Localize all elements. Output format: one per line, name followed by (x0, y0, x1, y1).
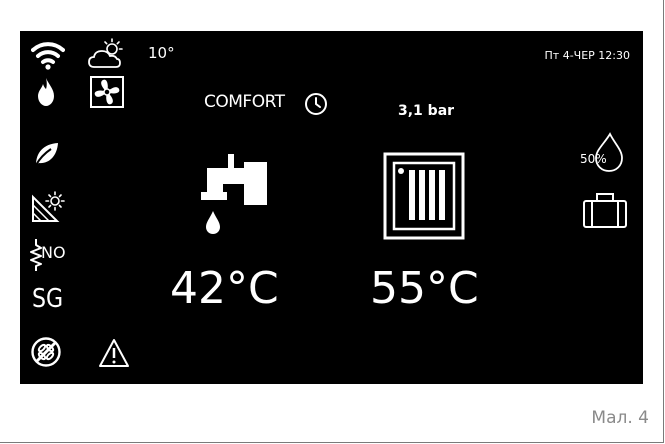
hot-water-temperature[interactable]: 42°C (170, 267, 279, 311)
leaf-icon (33, 141, 59, 167)
suitcase-icon[interactable] (582, 191, 628, 229)
smart-grid-label: SG (32, 284, 64, 314)
external-boiler-status: NO (41, 243, 66, 262)
outside-temperature: 10° (148, 44, 175, 62)
hot-water-tap-icon[interactable] (201, 154, 267, 234)
date-time[interactable]: Пт 4-ЧЕР 12:30 (545, 50, 630, 61)
wifi-icon[interactable] (31, 40, 65, 70)
fan-icon (90, 76, 124, 108)
pressure-value: 3,1 bar (398, 103, 455, 119)
mode-label[interactable]: COMFORT (204, 94, 285, 111)
solar-panel-icon (31, 191, 65, 223)
figure-caption: Мал. 4 (591, 408, 649, 428)
antilegionella-disabled-icon (30, 336, 62, 368)
warning-icon[interactable] (98, 338, 130, 368)
heating-temperature[interactable]: 55°C (370, 267, 479, 311)
flame-icon (36, 77, 56, 107)
humidity-value: 50% (580, 152, 607, 166)
display-screen: 10° Пт 4-ЧЕР 12:30 COMFORT 3,1 bar NO SG… (20, 31, 643, 384)
radiator-icon[interactable] (383, 152, 465, 240)
clock-icon[interactable] (304, 92, 328, 116)
partly-sunny-icon[interactable] (88, 38, 128, 70)
